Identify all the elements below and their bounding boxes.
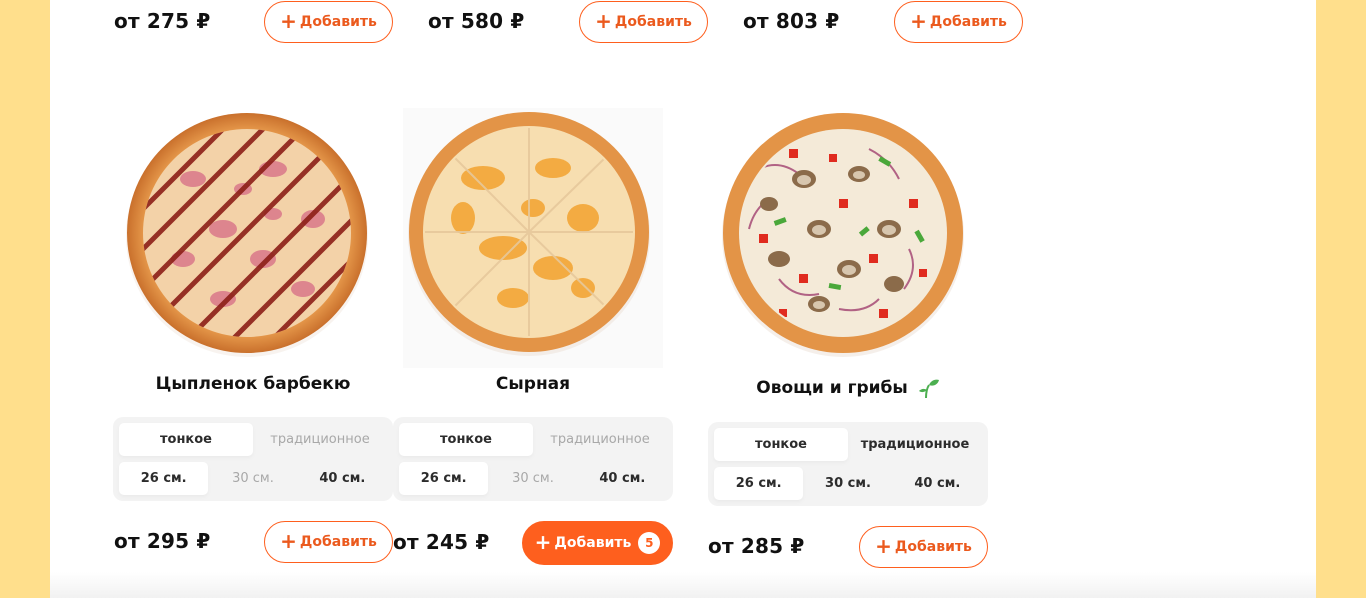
- plus-icon: +: [280, 9, 297, 33]
- add-to-cart-button[interactable]: + Добавить 5: [522, 521, 673, 565]
- pizza-options-selector: тонкое традиционное 26 см. 30 см. 40 см.: [393, 417, 673, 501]
- add-button-label: Добавить: [929, 14, 1007, 30]
- size-option-26[interactable]: 26 см.: [714, 467, 804, 500]
- pizza-price: от 803 ₽: [743, 9, 840, 33]
- size-option-30[interactable]: 30 см.: [488, 462, 577, 495]
- add-to-cart-button[interactable]: + Добавить: [579, 1, 708, 43]
- size-option-26[interactable]: 26 см.: [399, 462, 489, 495]
- add-to-cart-button[interactable]: + Добавить: [859, 526, 988, 568]
- dough-option-thin[interactable]: тонкое: [714, 428, 848, 461]
- size-option-40[interactable]: 40 см.: [298, 462, 387, 495]
- pizza-options-selector: тонкое традиционное 26 см. 30 см. 40 см.: [708, 422, 988, 506]
- dough-option-thin[interactable]: тонкое: [119, 423, 253, 456]
- plus-icon: +: [595, 9, 612, 33]
- dough-option-thin[interactable]: тонкое: [399, 423, 533, 456]
- plus-icon: +: [280, 529, 297, 553]
- add-to-cart-button[interactable]: + Добавить: [894, 1, 1023, 43]
- sheet-bottom-shadow: [50, 572, 1316, 598]
- size-row: 26 см. 30 см. 40 см.: [714, 467, 982, 500]
- pizza-image[interactable]: [403, 108, 663, 368]
- size-option-40[interactable]: 40 см.: [578, 462, 667, 495]
- sprout-icon: [918, 379, 939, 398]
- pizza-title: Цыпленок барбекю: [155, 374, 351, 394]
- pizza-title: Овощи и грибы: [708, 378, 988, 398]
- pizza-price: от 275 ₽: [114, 9, 211, 33]
- size-row: 26 см. 30 см. 40 см.: [399, 462, 667, 495]
- add-button-label: Добавить: [894, 539, 972, 555]
- add-button-label: Добавить: [299, 14, 377, 30]
- pizza-price: от 245 ₽: [393, 530, 490, 554]
- size-option-40[interactable]: 40 см.: [893, 467, 982, 500]
- dough-option-traditional[interactable]: традиционное: [533, 423, 667, 456]
- pizza-price: от 580 ₽: [428, 9, 525, 33]
- plus-icon: +: [534, 530, 552, 554]
- dough-type-row: тонкое традиционное: [399, 423, 667, 456]
- size-row: 26 см. 30 см. 40 см.: [119, 462, 387, 495]
- pizza-image[interactable]: [123, 109, 371, 357]
- dough-option-traditional[interactable]: традиционное: [253, 423, 387, 456]
- add-to-cart-button[interactable]: + Добавить: [264, 1, 393, 43]
- dough-type-row: тонкое традиционное: [714, 428, 982, 461]
- size-option-30[interactable]: 30 см.: [803, 467, 892, 500]
- pizza-title-text: Овощи и грибы: [756, 378, 908, 398]
- add-to-cart-button[interactable]: + Добавить: [264, 521, 393, 563]
- pizza-price: от 285 ₽: [708, 534, 805, 558]
- dough-option-traditional[interactable]: традиционное: [848, 428, 982, 461]
- pizza-image[interactable]: [719, 109, 967, 357]
- add-button-label: Добавить: [614, 14, 692, 30]
- size-option-30[interactable]: 30 см.: [208, 462, 297, 495]
- pizza-title: Сырная: [495, 374, 571, 394]
- add-button-label: Добавить: [299, 534, 377, 550]
- size-option-26[interactable]: 26 см.: [119, 462, 209, 495]
- dough-type-row: тонкое традиционное: [119, 423, 387, 456]
- add-button-label: Добавить: [554, 535, 632, 551]
- plus-icon: +: [875, 534, 892, 558]
- pizza-options-selector: тонкое традиционное 26 см. 30 см. 40 см.: [113, 417, 393, 501]
- cart-count-badge: 5: [638, 532, 661, 554]
- pizza-price: от 295 ₽: [114, 529, 211, 553]
- plus-icon: +: [910, 9, 927, 33]
